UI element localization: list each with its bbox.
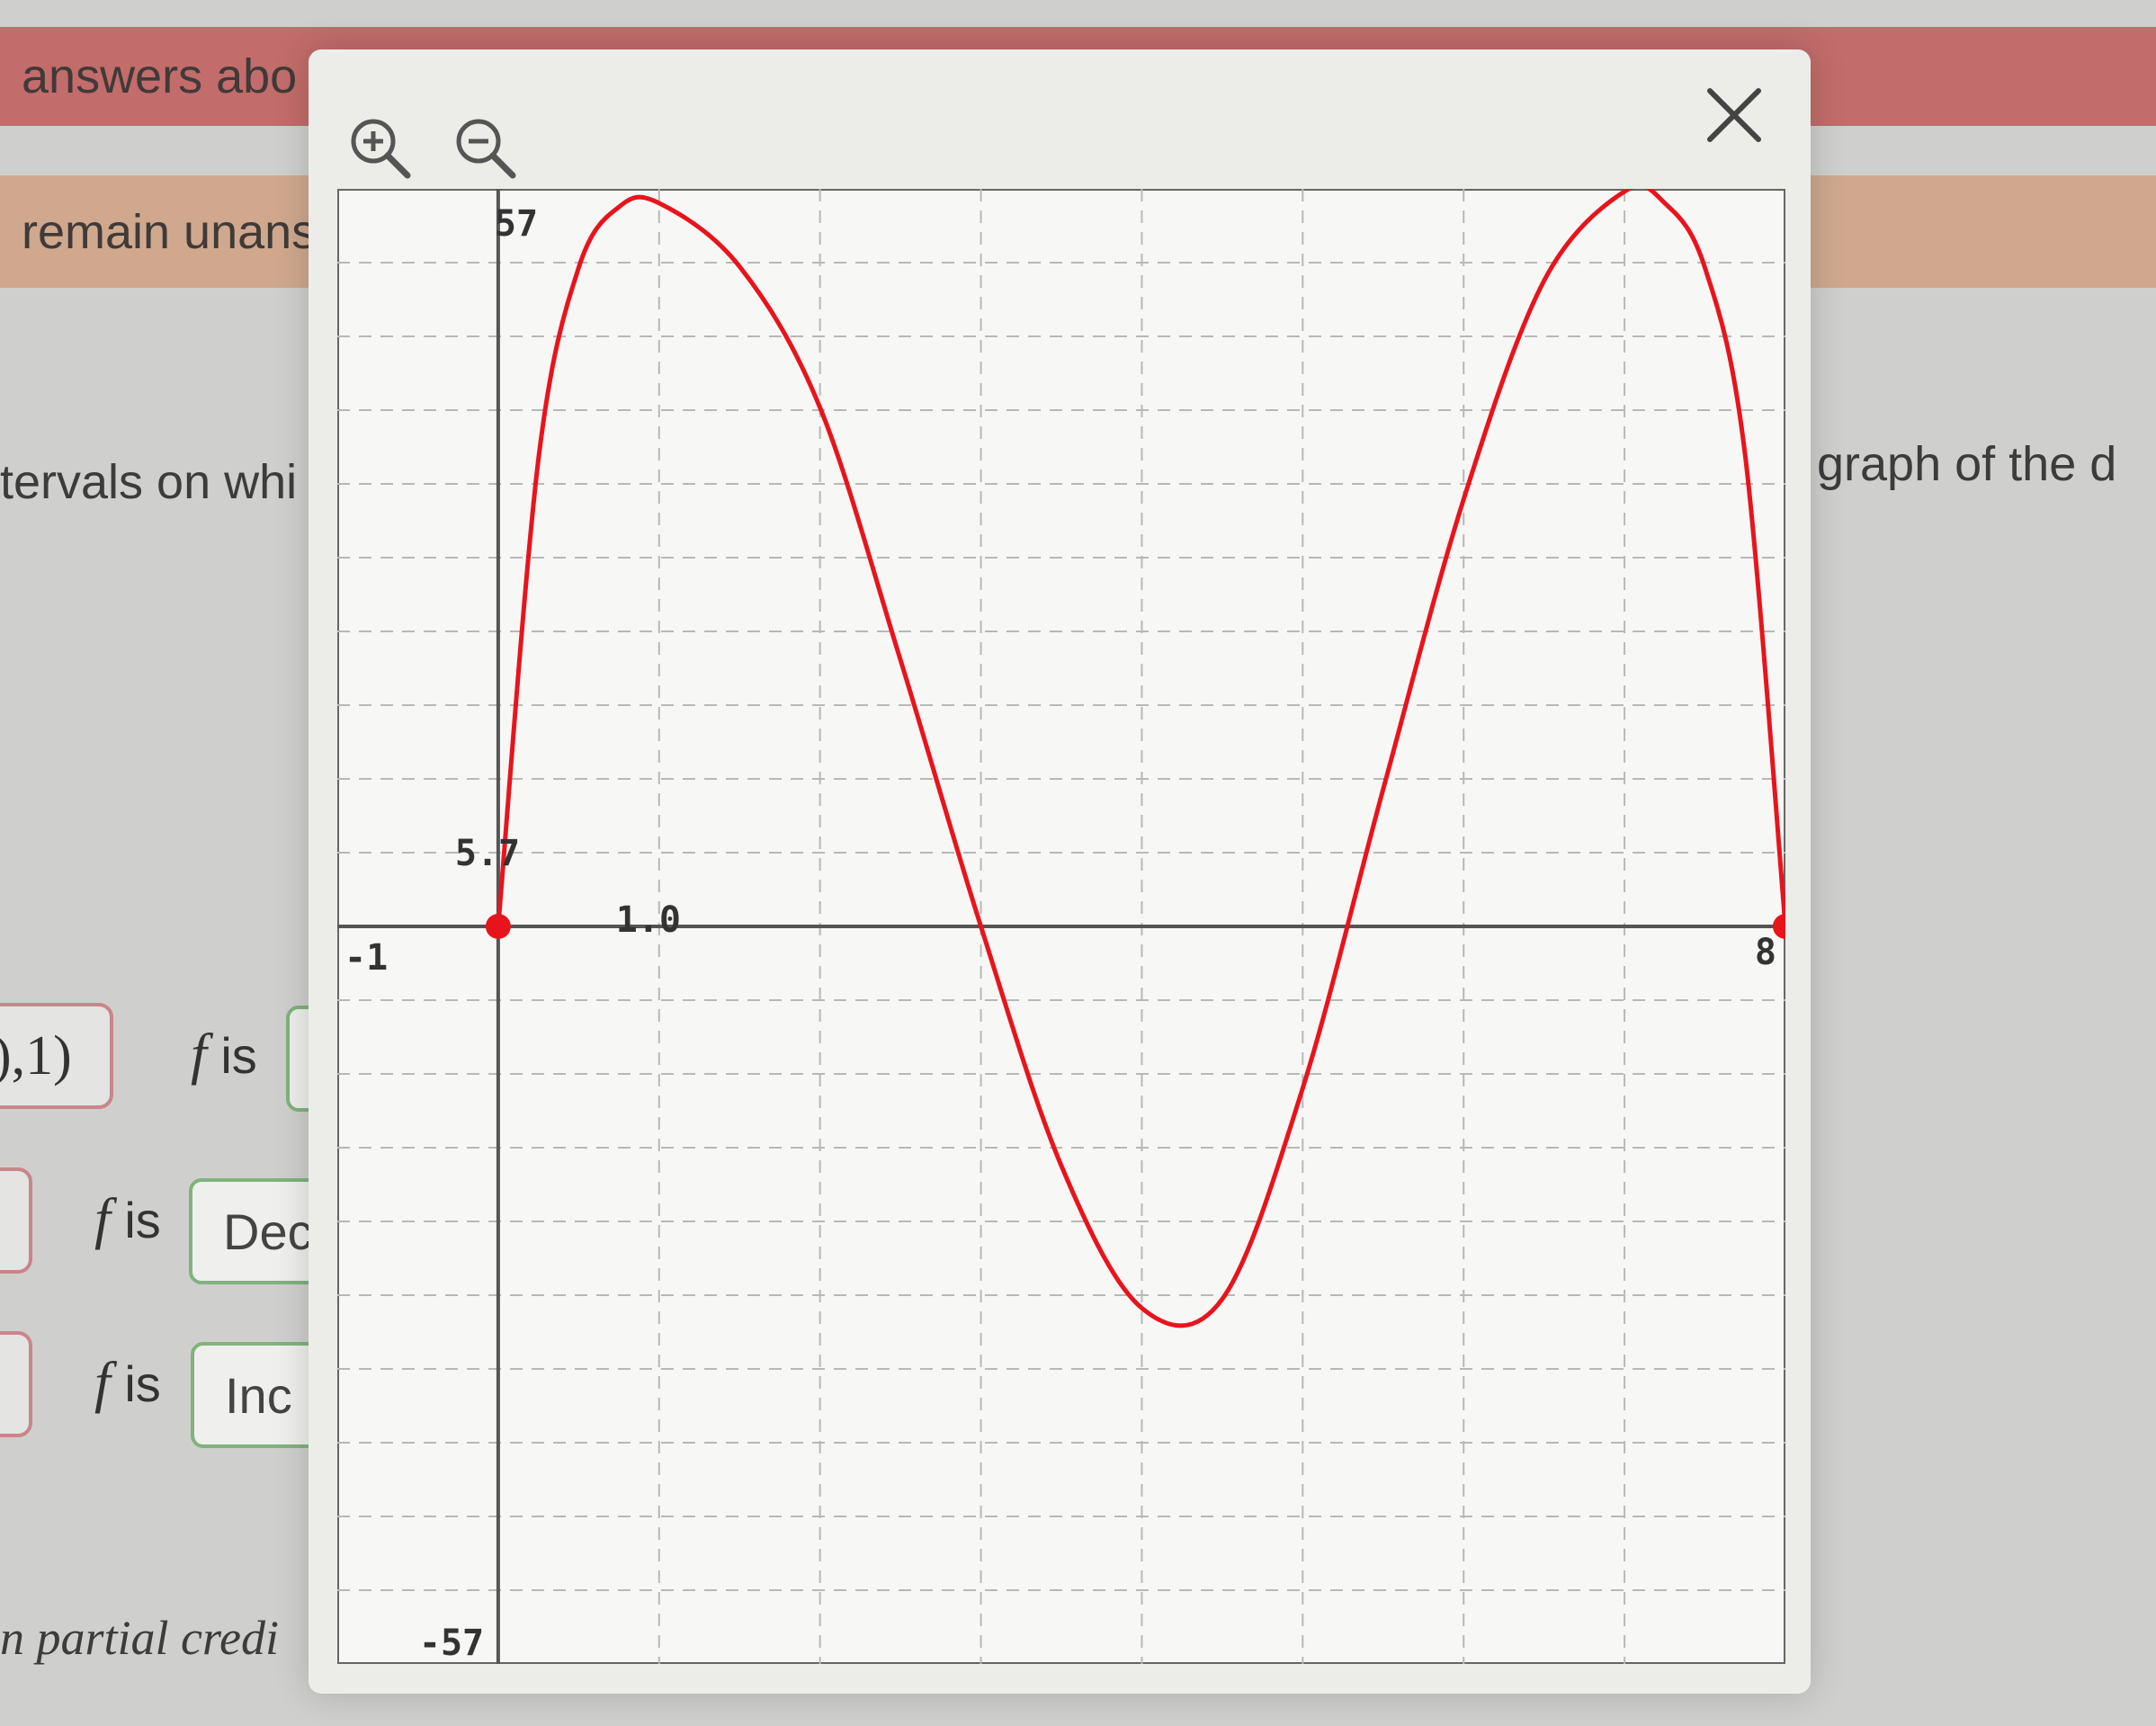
interval-answer-box-2[interactable] [0,1167,32,1274]
row-label-3: f is [94,1349,161,1416]
zoom-out-button[interactable] [450,112,522,184]
y-min-label: -57 [419,1623,484,1664]
partial-credit-note: n partial credi [0,1611,279,1665]
close-button[interactable] [1694,75,1775,156]
behavior-select-value: Dec [223,1203,313,1260]
zoom-in-icon [351,119,411,179]
graph-modal: 57 5.7 -57 -1 1.0 8 [309,49,1811,1694]
alert-banner-text: answers abo [22,49,298,103]
y-marked-label: 5.7 [455,833,520,874]
interval-answer-box-1[interactable]: ),1) [0,1003,113,1109]
zoom-in-button[interactable] [344,112,416,184]
graph-canvas: 57 5.7 -57 -1 1.0 8 [337,189,1785,1664]
function-symbol: f [94,1350,111,1414]
warning-banner-text: remain unans [22,204,317,259]
row-label-1: f is [191,1021,257,1087]
function-symbol: f [94,1186,111,1250]
close-icon [1707,88,1761,142]
x-marked-label: 1.0 [616,899,681,941]
x-max-label: 8 [1755,932,1776,973]
question-text-right: graph of the d [1817,437,2117,491]
zoom-out-icon [456,119,516,179]
question-text-left: tervals on whi [0,455,298,509]
function-symbol: f [191,1022,207,1086]
interval-answer-box-3[interactable] [0,1331,32,1437]
function-graph[interactable]: 57 5.7 -57 -1 1.0 8 [337,189,1785,1664]
endpoint-marker [485,914,511,939]
y-max-label: 57 [495,203,538,245]
x-min-label: -1 [344,937,388,979]
interval-answer-text: ),1) [0,1024,72,1087]
is-text: is [124,1192,161,1248]
is-text: is [124,1355,161,1412]
behavior-select-value: Inc [225,1366,292,1424]
row-label-2: f is [94,1185,161,1252]
is-text: is [220,1027,257,1084]
